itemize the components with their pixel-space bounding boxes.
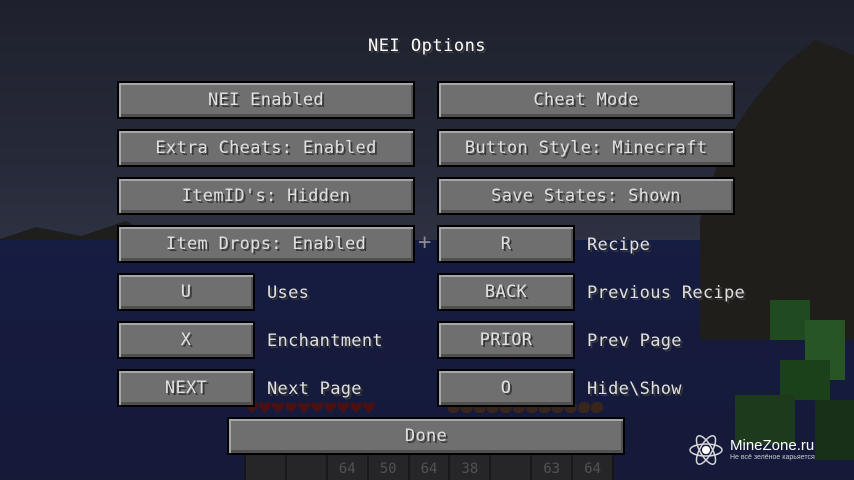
site-watermark: MineZone.ru Не всё зелёное карьяется bbox=[688, 432, 815, 468]
keybind-previous-recipe-label: Previous Recipe bbox=[587, 283, 746, 303]
extra-cheats-button[interactable]: Extra Cheats: Enabled bbox=[117, 129, 415, 167]
cheat-mode-button[interactable]: Cheat Mode bbox=[437, 81, 735, 119]
keybind-hide-show-button[interactable]: O bbox=[437, 369, 575, 407]
keybind-enchantment-label: Enchantment bbox=[267, 331, 383, 351]
keybind-enchantment-button[interactable]: X bbox=[117, 321, 255, 359]
keybind-prev-page-button[interactable]: PRIOR bbox=[437, 321, 575, 359]
button-style-button[interactable]: Button Style: Minecraft bbox=[437, 129, 735, 167]
keybind-previous-recipe-button[interactable]: BACK bbox=[437, 273, 575, 311]
watermark-site: MineZone.ru bbox=[730, 437, 815, 454]
options-overlay: NEI Options NEI Enabled Cheat Mode Extra… bbox=[0, 0, 854, 480]
item-ids-button[interactable]: ItemID's: Hidden bbox=[117, 177, 415, 215]
keybind-prev-page-label: Prev Page bbox=[587, 331, 682, 351]
keybind-next-page-label: Next Page bbox=[267, 379, 362, 399]
watermark-tagline: Не всё зелёное карьяется bbox=[730, 454, 815, 461]
done-button[interactable]: Done bbox=[227, 417, 625, 455]
atom-logo-icon bbox=[689, 435, 723, 465]
nei-enabled-button[interactable]: NEI Enabled bbox=[117, 81, 415, 119]
keybind-next-page-button[interactable]: NEXT bbox=[117, 369, 255, 407]
crosshair-icon: + bbox=[418, 230, 432, 255]
keybind-hide-show-label: Hide\Show bbox=[587, 379, 682, 399]
item-drops-button[interactable]: Item Drops: Enabled bbox=[117, 225, 415, 263]
keybind-recipe-label: Recipe bbox=[587, 235, 651, 255]
keybind-recipe-button[interactable]: R bbox=[437, 225, 575, 263]
keybind-uses-button[interactable]: U bbox=[117, 273, 255, 311]
screen-title: NEI Options bbox=[367, 36, 487, 56]
save-states-button[interactable]: Save States: Shown bbox=[437, 177, 735, 215]
keybind-uses-label: Uses bbox=[267, 283, 310, 303]
